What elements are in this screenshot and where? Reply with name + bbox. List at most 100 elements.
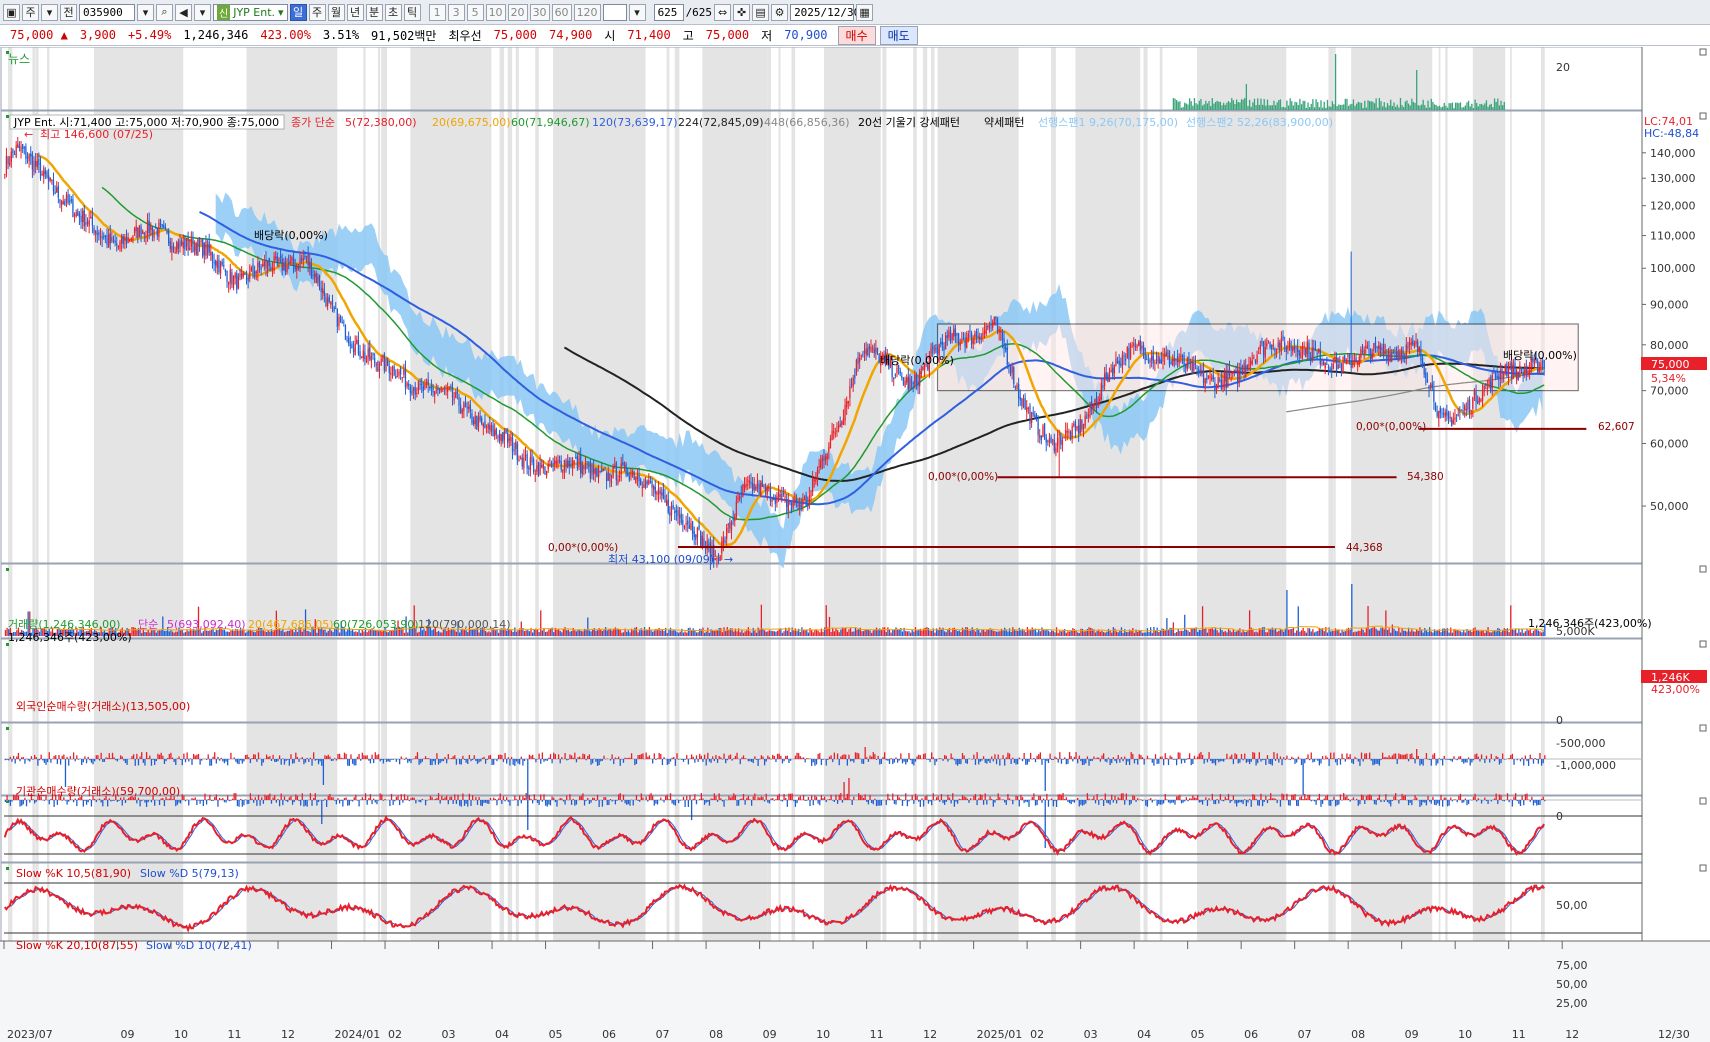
candle-body: [1507, 368, 1510, 378]
candle-body: [773, 497, 775, 501]
calendar-icon[interactable]: ▦: [856, 3, 874, 21]
foreign-bar: [267, 756, 269, 759]
bars-count-input[interactable]: 625: [653, 3, 684, 21]
foreign-bar: [849, 759, 852, 762]
minute-30-button[interactable]: 30: [529, 3, 550, 21]
institution-bar: [919, 800, 921, 807]
institution-bar: [439, 800, 441, 804]
institution-bar: [741, 798, 743, 800]
candle-body: [554, 460, 556, 465]
candle-body: [954, 328, 957, 337]
save-icon[interactable]: ▤: [752, 3, 770, 21]
foreign-bar: [89, 759, 91, 761]
minute-3-button[interactable]: 3: [447, 3, 465, 21]
minute-20-button[interactable]: 20: [507, 3, 528, 21]
volume-bar: [1471, 631, 1473, 636]
foreign-bar: [1317, 759, 1319, 761]
foreign-bar: [1403, 754, 1405, 759]
candle-body: [745, 483, 747, 488]
candle-body: [649, 481, 652, 483]
stock-name-box[interactable]: 신 JYP Ent. ▾: [213, 3, 288, 21]
volume-bar: [677, 632, 680, 636]
volume-bar: [1357, 630, 1359, 636]
chevron-down-icon[interactable]: ▾: [41, 3, 58, 21]
institution-bar: [650, 793, 652, 800]
layout-icon[interactable]: ▣: [3, 3, 20, 21]
candle-body: [1131, 346, 1133, 348]
foreign-bar: [1430, 759, 1432, 766]
candle-body: [1309, 356, 1312, 358]
code-dropdown-icon[interactable]: ▾: [137, 3, 154, 21]
chart-area[interactable]: 뉴스 20 JYP Ent. 시:71,400 고:75,000 저:70,90…: [0, 47, 1710, 1042]
minute-60-button[interactable]: 60: [551, 3, 572, 21]
period-month-button[interactable]: 월: [327, 3, 345, 21]
period-day-button[interactable]: 일: [289, 3, 307, 21]
buy-button[interactable]: 매수: [837, 25, 876, 45]
code-input[interactable]: 035900: [79, 3, 135, 21]
candle-body: [1520, 367, 1523, 370]
foreign-bar: [755, 759, 758, 760]
institution-bar: [853, 796, 855, 800]
volume-bar: [1216, 630, 1218, 636]
foreign-bar: [63, 754, 65, 759]
crosshair-icon[interactable]: ✜: [733, 3, 751, 21]
foreign-bar: [181, 759, 183, 766]
mode-select-right[interactable]: 전: [60, 3, 77, 21]
interval-dropdown-icon[interactable]: ▾: [628, 3, 646, 21]
foreign-bar: [896, 759, 899, 763]
period-second-button[interactable]: 초: [384, 3, 402, 21]
minute-5-button[interactable]: 5: [466, 3, 484, 21]
foreign-bar: [72, 752, 75, 759]
volume-bar: [1424, 628, 1426, 636]
foreign-bar: [523, 759, 526, 762]
min-arrow-icon: →: [724, 553, 733, 566]
search-icon[interactable]: ⌕: [156, 3, 173, 21]
candle-body: [1017, 383, 1020, 398]
institution-bar: [509, 800, 511, 806]
date-input[interactable]: 2025/12/30: [790, 3, 860, 21]
institution-bar: [1078, 800, 1080, 807]
period-week-button[interactable]: 주: [308, 3, 326, 21]
volume-bar: [1440, 632, 1442, 636]
institution-bar: [961, 795, 964, 800]
mode-select-left[interactable]: 주: [22, 3, 39, 21]
candle-body: [1369, 349, 1372, 360]
foreign-bar: [1485, 755, 1488, 759]
candle-body: [250, 267, 253, 272]
period-minute-button[interactable]: 분: [365, 3, 383, 21]
institution-bar: [191, 798, 193, 800]
institution-bar: [788, 793, 790, 800]
candle-body: [969, 330, 971, 333]
minute-10-button[interactable]: 10: [485, 3, 506, 21]
minute-120-button[interactable]: 120: [573, 3, 601, 21]
shade-stripe: [561, 47, 565, 941]
foreign-bar: [926, 759, 928, 760]
institution-bar: [531, 800, 534, 804]
interval-input[interactable]: [602, 3, 627, 21]
institution-bar: [1101, 798, 1103, 800]
foreign-bar: [776, 753, 779, 759]
foreign-bar: [1511, 753, 1514, 759]
volume-bar: [1213, 629, 1215, 636]
foreign-bar: [1177, 752, 1179, 759]
speaker-dropdown-icon[interactable]: ▾: [194, 3, 211, 21]
volume-bar: [702, 627, 704, 636]
volume-bar: [1273, 629, 1275, 636]
candle-body: [1511, 361, 1513, 380]
institution-bar: [906, 800, 908, 807]
institution-bar: [317, 800, 320, 803]
foreign-bar: [822, 759, 824, 760]
institution-bar: [502, 796, 505, 800]
period-tick-button[interactable]: 틱: [403, 3, 421, 21]
zoom-icon[interactable]: ⇔: [714, 3, 732, 21]
candle-body: [1076, 426, 1078, 430]
minute-1-button[interactable]: 1: [428, 3, 446, 21]
sell-button[interactable]: 매도: [879, 25, 918, 45]
speaker-icon[interactable]: ◀: [175, 3, 192, 21]
foreign-bar: [742, 755, 745, 759]
period-year-button[interactable]: 년: [346, 3, 364, 21]
gear-icon[interactable]: ⚙: [771, 3, 789, 21]
news-bar: [1287, 105, 1290, 110]
volume-bar: [781, 632, 784, 636]
foreign-bar: [890, 758, 892, 759]
